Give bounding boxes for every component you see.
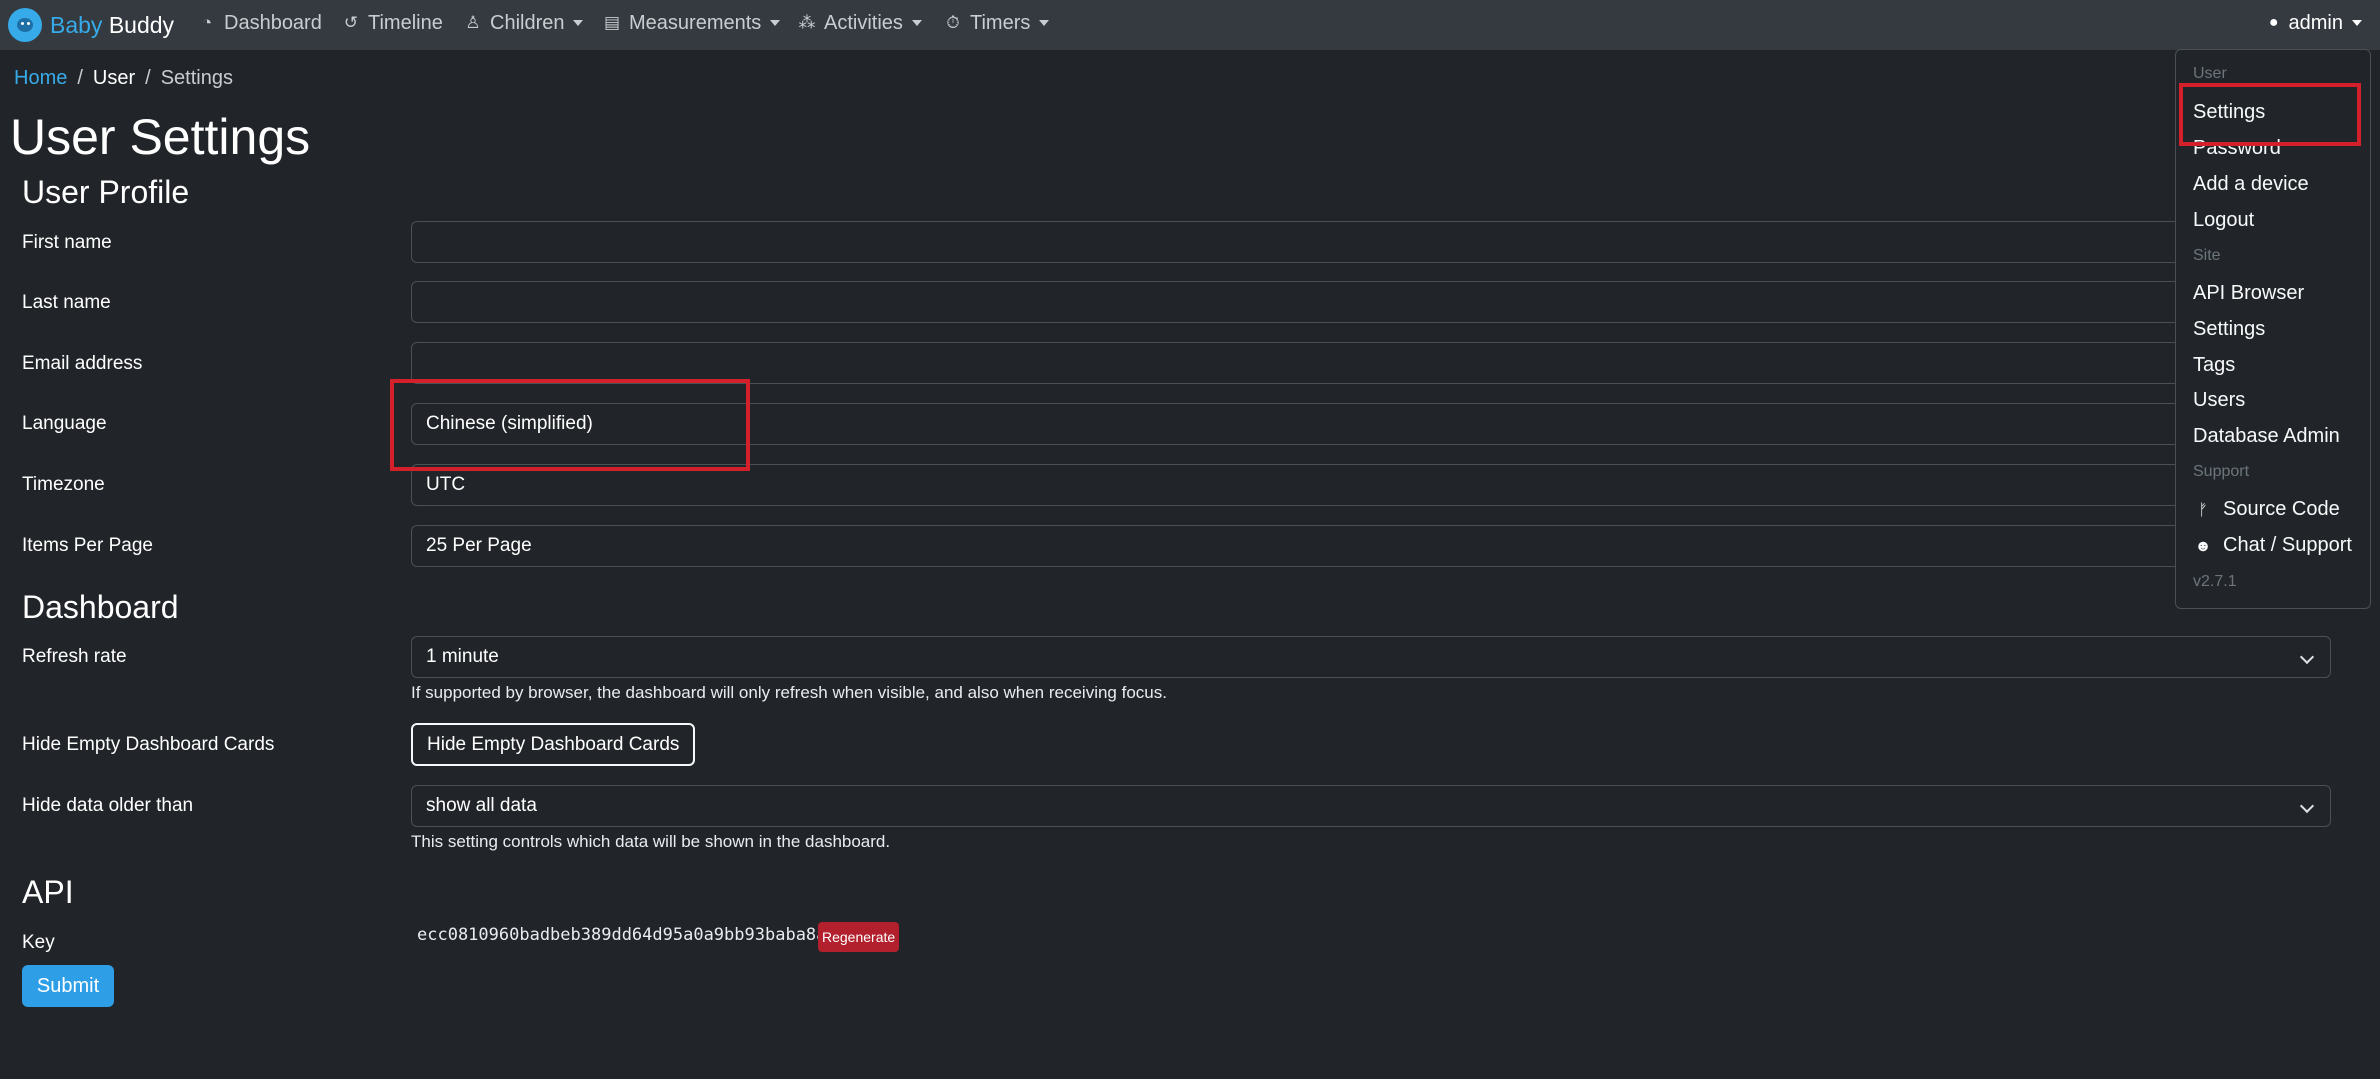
last-name-label: Last name [22,292,111,313]
first-name-label: First name [22,232,112,253]
brand-name: Baby Buddy [50,11,175,38]
language-label: Language [22,413,107,434]
refresh-rate-label: Refresh rate [22,646,127,667]
clipboard-icon: ▤ [603,13,621,32]
regenerate-key-button[interactable]: Regenerate [818,922,900,952]
top-navbar: Baby Buddy ◔ Dashboard ↺ Timeline ♙ Chil… [0,0,2380,50]
chevron-down-icon [1039,20,1050,26]
page-title: User Settings [10,109,311,165]
breadcrumb-home-link[interactable]: Home [14,67,67,89]
nav-timeline[interactable]: ↺ Timeline [342,0,443,46]
brand-logo-link[interactable]: Baby Buddy [8,7,174,43]
nav-children-dropdown[interactable]: ♙ Children [464,0,584,46]
breadcrumb: Home / User / Settings [14,67,233,89]
history-icon: ↺ [343,13,359,32]
language-select[interactable]: Chinese (simplified) [411,403,2331,445]
nav-timers-dropdown[interactable]: ⏱ Timers [944,0,1050,46]
items-per-page-select[interactable]: 25 Per Page [411,525,2331,567]
items-per-page-label: Items Per Page [22,535,153,556]
dropdown-header-user: User [2193,65,2227,82]
menu-item-password[interactable]: Password [2193,137,2281,160]
stopwatch-icon: ⏱ [946,13,960,32]
refresh-rate-help: If supported by browser, the dashboard w… [411,683,1167,702]
hide-older-data-label: Hide data older than [22,795,194,816]
user-icon: ● [2268,14,2279,31]
dashboard-heading: Dashboard [22,589,179,625]
activities-icon: ⁂ [798,13,816,32]
submit-button[interactable]: Submit [22,965,114,1007]
hide-older-data-help: This setting controls which data will be… [411,832,891,851]
dashboard-gauge-icon: ◔ [201,13,213,32]
last-name-input[interactable] [411,281,2331,323]
breadcrumb-current: Settings [160,67,233,89]
baby-buddy-logo-icon [8,8,42,42]
app-version: v2.7.1 [2193,573,2237,590]
menu-item-site-settings[interactable]: Settings [2193,318,2265,341]
chevron-down-icon [770,20,781,26]
menu-item-api-browser[interactable]: API Browser [2193,282,2304,305]
hide-empty-cards-toggle[interactable]: Hide Empty Dashboard Cards [411,723,696,766]
menu-item-chat-support[interactable]: ☻ Chat / Support [2193,534,2352,557]
timezone-select[interactable]: UTC [411,464,2331,506]
users-group-icon: ☻ [2194,538,2212,555]
timezone-label: Timezone [22,474,105,495]
menu-item-add-device[interactable]: Add a device [2193,173,2309,196]
menu-item-tags[interactable]: Tags [2193,354,2235,377]
breadcrumb-user: User [92,67,136,89]
nav-measurements-dropdown[interactable]: ▤ Measurements [603,0,781,46]
menu-item-settings[interactable]: Settings [2193,101,2265,124]
dropdown-header-support: Support [2193,463,2250,480]
user-menu-toggle[interactable]: ● admin [2269,0,2362,46]
child-icon: ♙ [465,13,481,32]
api-key-label: Key [22,932,55,953]
hide-older-data-select[interactable]: show all data [411,785,2331,827]
chevron-down-icon [2352,20,2362,26]
menu-item-logout[interactable]: Logout [2193,209,2254,232]
email-label: Email address [22,353,143,374]
menu-item-database-admin[interactable]: Database Admin [2193,425,2340,448]
nav-dashboard[interactable]: ◔ Dashboard [198,0,322,46]
nav-activities-dropdown[interactable]: ⁂ Activities [798,0,922,46]
dropdown-header-site: Site [2193,247,2221,264]
user-dropdown-menu: User Settings Password Add a device Logo… [2175,49,2371,609]
menu-item-source-code[interactable]: ᚠ Source Code [2193,498,2340,521]
hide-empty-cards-label: Hide Empty Dashboard Cards [22,734,275,755]
user-profile-heading: User Profile [22,174,190,210]
chevron-down-icon [911,20,922,26]
chevron-down-icon [573,20,584,26]
email-input[interactable] [411,342,2331,384]
refresh-rate-select[interactable]: 1 minute [411,636,2331,678]
code-branch-icon: ᚠ [2198,502,2208,519]
menu-item-users[interactable]: Users [2193,389,2245,412]
api-heading: API [22,874,74,910]
first-name-input[interactable] [411,221,2331,263]
api-key-value: ecc0810960badbeb389dd64d95a0a9bb93baba8a [417,925,827,945]
